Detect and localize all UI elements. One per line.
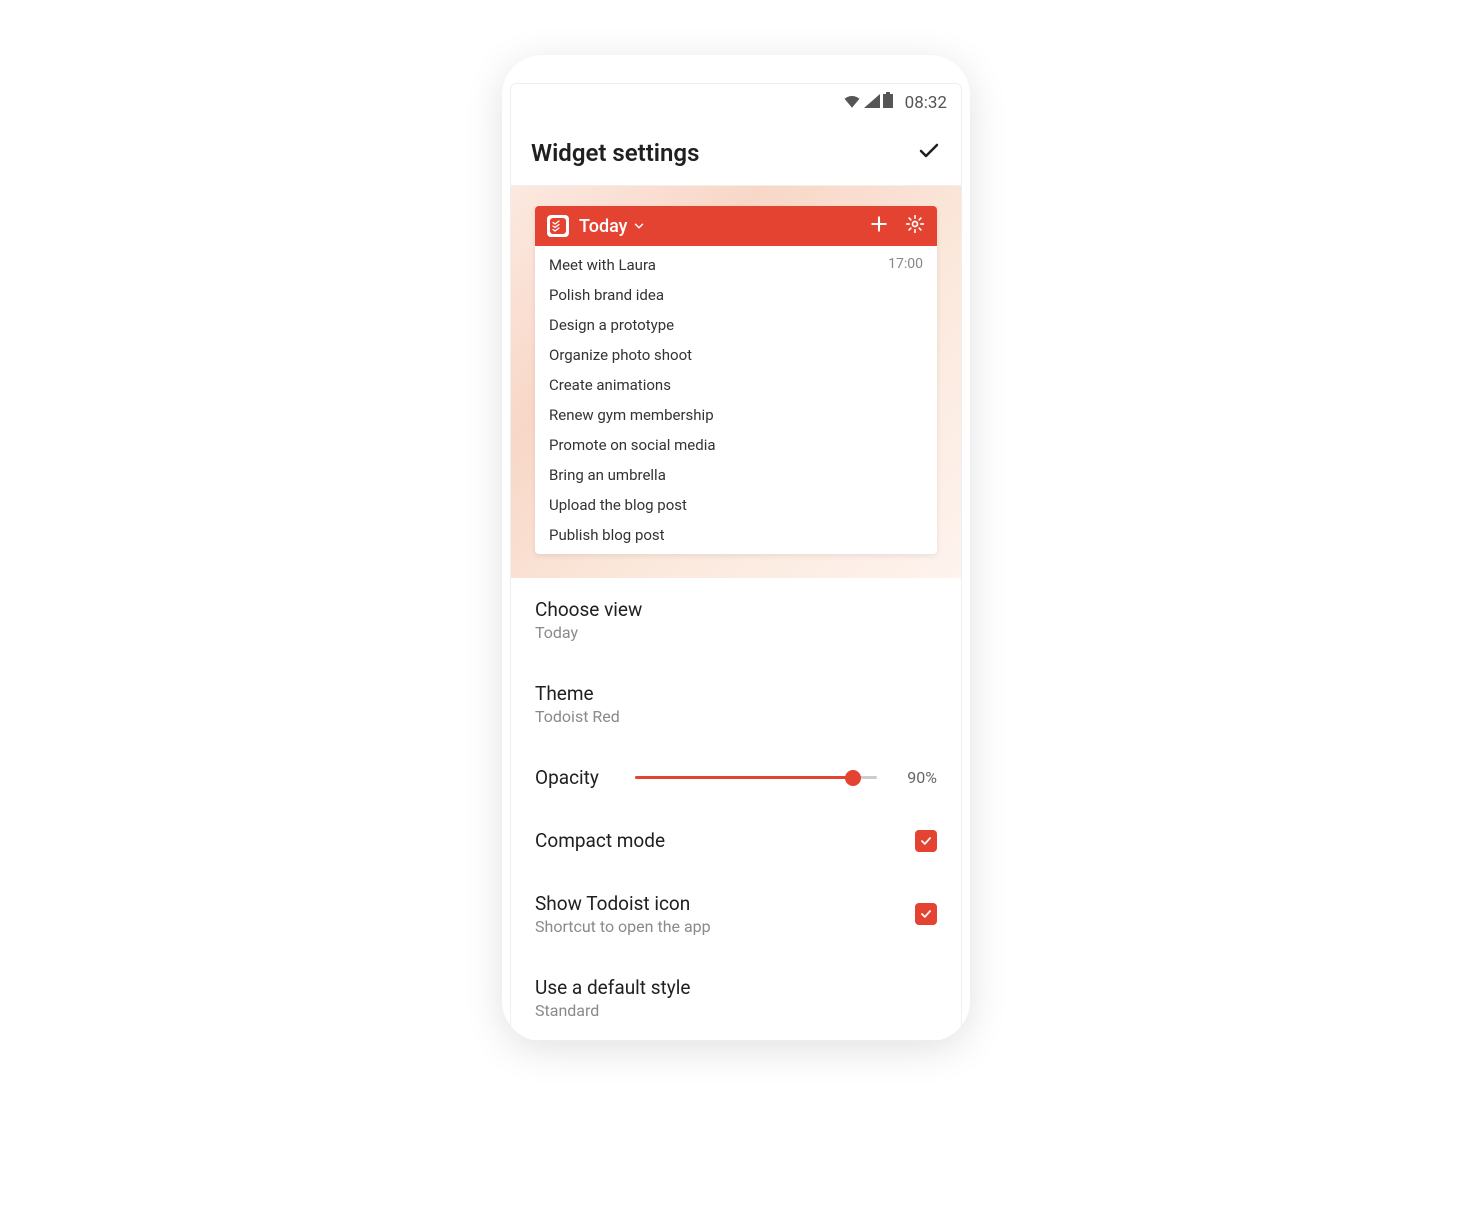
slider-thumb[interactable] [845, 770, 861, 786]
show-icon-label: Show Todoist icon [535, 892, 711, 915]
show-icon-subtitle: Shortcut to open the app [535, 917, 711, 936]
default-style-value: Standard [535, 1001, 690, 1020]
choose-view-label: Choose view [535, 598, 642, 621]
wifi-icon [843, 93, 861, 113]
gear-icon [905, 214, 925, 234]
settings-list: Choose view Today Theme Todoist Red Opac… [511, 578, 961, 1040]
show-icon-row[interactable]: Show Todoist icon Shortcut to open the a… [511, 872, 961, 956]
todoist-logo-icon [547, 215, 569, 237]
default-style-label: Use a default style [535, 976, 690, 999]
check-icon [919, 907, 933, 921]
compact-mode-checkbox[interactable] [915, 830, 937, 852]
page-header: Widget settings [511, 121, 961, 186]
choose-view-row[interactable]: Choose view Today [511, 578, 961, 662]
confirm-button[interactable] [917, 139, 941, 167]
default-style-row[interactable]: Use a default style Standard [511, 956, 961, 1040]
page-title: Widget settings [531, 139, 699, 167]
task-item[interactable]: Promote on social media [535, 430, 937, 460]
task-name: Create animations [549, 376, 671, 394]
widget-title-label: Today [579, 216, 628, 237]
theme-label: Theme [535, 682, 620, 705]
widget-preview-area: Today Meet with Laura17:00 Polish [511, 186, 961, 578]
task-name: Renew gym membership [549, 406, 714, 424]
task-name: Upload the blog post [549, 496, 687, 514]
task-item[interactable]: Publish blog post [535, 520, 937, 550]
task-item[interactable]: Meet with Laura 17:00 [535, 250, 937, 280]
compact-mode-row[interactable]: Compact mode [511, 809, 961, 872]
opacity-percent: 90% [897, 768, 937, 787]
phone-frame: 08:32 Widget settings Today [502, 55, 970, 1041]
opacity-slider[interactable] [635, 769, 877, 787]
widget-settings-button[interactable] [905, 214, 925, 238]
task-time: 17:00 [888, 256, 923, 274]
widget-view-selector[interactable]: Today [579, 216, 859, 237]
task-item[interactable]: Design a prototype [535, 310, 937, 340]
status-icons [843, 92, 893, 113]
task-name: Polish brand idea [549, 286, 664, 304]
chevron-down-icon [632, 219, 646, 233]
theme-row[interactable]: Theme Todoist Red [511, 662, 961, 746]
slider-fill [635, 776, 853, 779]
task-name: Publish blog post [549, 526, 665, 544]
task-item[interactable]: Renew gym membership [535, 400, 937, 430]
add-task-button[interactable] [869, 214, 889, 238]
show-icon-checkbox[interactable] [915, 903, 937, 925]
task-name: Meet with Laura [549, 256, 656, 274]
check-icon [919, 834, 933, 848]
task-name: Organize photo shoot [549, 346, 692, 364]
opacity-label: Opacity [535, 766, 615, 789]
task-item[interactable]: Polish brand idea [535, 280, 937, 310]
battery-icon [883, 92, 893, 113]
task-name: Bring an umbrella [549, 466, 666, 484]
slider-track [635, 776, 877, 779]
task-item[interactable]: Create animations [535, 370, 937, 400]
opacity-row: Opacity 90% [511, 746, 961, 809]
task-item[interactable]: Bring an umbrella [535, 460, 937, 490]
check-icon [917, 139, 941, 163]
compact-mode-label: Compact mode [535, 829, 665, 852]
status-time: 08:32 [905, 93, 947, 113]
phone-screen: 08:32 Widget settings Today [510, 83, 962, 1041]
status-bar: 08:32 [511, 84, 961, 121]
task-name: Design a prototype [549, 316, 674, 334]
task-item[interactable]: Upload the blog post [535, 490, 937, 520]
signal-icon [864, 93, 880, 113]
choose-view-value: Today [535, 623, 642, 642]
widget-header: Today [535, 206, 937, 246]
task-item[interactable]: Organize photo shoot [535, 340, 937, 370]
task-name: Promote on social media [549, 436, 716, 454]
task-list: Meet with Laura 17:00 Polish brand idea D… [535, 246, 937, 554]
plus-icon [869, 214, 889, 234]
theme-value: Todoist Red [535, 707, 620, 726]
widget-card: Today Meet with Laura17:00 Polish [535, 206, 937, 554]
